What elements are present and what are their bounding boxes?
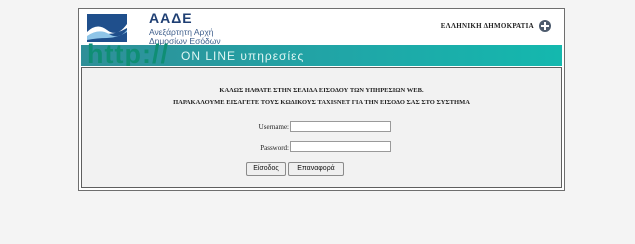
login-button[interactable]: Είσοδος: [246, 162, 286, 176]
reset-button[interactable]: Επαναφορά: [288, 162, 344, 176]
username-label: Username:: [258, 123, 289, 131]
welcome-message: ΚΑΛΩΣ ΗΛΘΑΤΕ ΣΤΗΝ ΣΕΛΙΔΑ ΕΙΣΟΔΟΥ ΤΩΝ ΥΠΗ…: [219, 87, 424, 94]
organization-name: ΑΑΔΕ: [149, 11, 193, 26]
greek-emblem-icon: [539, 20, 551, 32]
username-input[interactable]: [290, 121, 391, 132]
instructions-message: ΠΑΡΑΚΑΛΟΥΜΕ ΕΙΣΑΓΕΤΕ ΤΟΥΣ ΚΩΔΙΚΟΥΣ TAXIS…: [173, 99, 470, 106]
country-name: ΕΛΛΗΝΙΚΗ ΔΗΜΟΚΡΑΤΙΑ: [440, 22, 534, 30]
online-services-band: http:// ON LINE υπηρεσίες: [81, 39, 562, 66]
password-input[interactable]: [290, 141, 391, 152]
password-label: Password:: [260, 144, 289, 152]
aade-logo-icon: [87, 14, 127, 42]
banner-service-text: ON LINE υπηρεσίες: [181, 49, 305, 63]
login-frame: ΑΑΔΕ Ανεξάρτητη Αρχή Δημοσίων Εσόδων ΕΛΛ…: [78, 8, 565, 191]
banner-http-text: http://: [87, 39, 169, 66]
header-banner: ΑΑΔΕ Ανεξάρτητη Αρχή Δημοσίων Εσόδων ΕΛΛ…: [81, 11, 562, 66]
login-panel: ΚΑΛΩΣ ΗΛΘΑΤΕ ΣΤΗΝ ΣΕΛΙΔΑ ΕΙΣΟΔΟΥ ΤΩΝ ΥΠΗ…: [81, 67, 562, 188]
